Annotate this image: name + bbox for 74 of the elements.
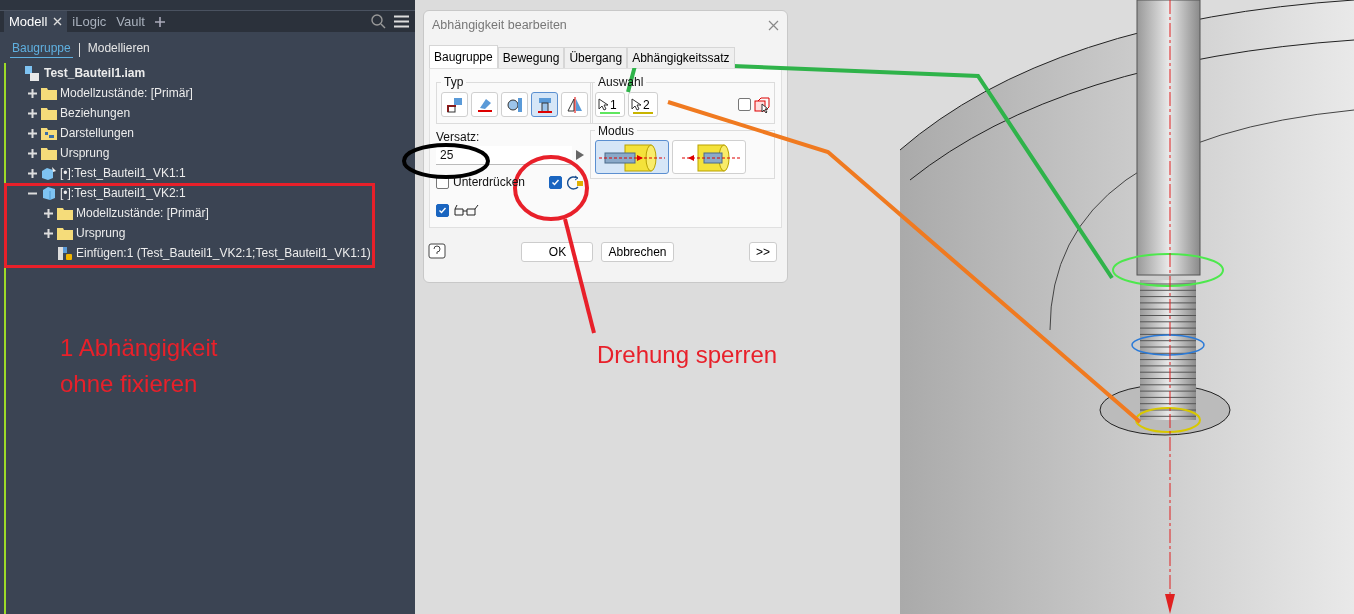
menu-icon[interactable] (394, 15, 409, 28)
folder-icon (41, 146, 57, 160)
view-toggle-tab[interactable]: Baugruppe (10, 41, 73, 58)
expand-icon[interactable] (27, 148, 37, 158)
add-tab-icon[interactable] (153, 15, 166, 28)
constraint-type-button[interactable] (471, 92, 498, 118)
symmetry-icon (565, 95, 584, 114)
select-geometry-button[interactable]: 2 (628, 92, 658, 118)
part-cube-icon (41, 186, 57, 200)
folder-icon (57, 206, 73, 220)
expand-icon[interactable] (43, 228, 53, 238)
tree-item-label[interactable]: Darstellungen (60, 126, 135, 140)
pinned-part-icon (41, 166, 57, 180)
glasses-icon (453, 204, 479, 216)
views-folder-icon (41, 126, 57, 140)
panel-tab[interactable]: Vault (111, 11, 150, 32)
constraint-type-button[interactable] (561, 92, 588, 118)
folder-icon (41, 106, 57, 120)
tree-item-label[interactable]: Einfügen:1 (Test_Bauteil1_VK2:1;Test_Bauteil1_VK1:1) (76, 246, 371, 260)
constraint-type-button[interactable] (531, 92, 558, 118)
insert-icon (535, 95, 554, 114)
cursor-arrow-icon (631, 98, 641, 112)
dialog-tab[interactable]: Übergang (564, 47, 628, 68)
offset-label: Versatz: (436, 129, 481, 144)
mode-button[interactable] (672, 139, 746, 174)
more-button[interactable]: >> (749, 242, 777, 262)
expand-icon[interactable] (27, 168, 37, 178)
tree-item-label[interactable]: [•]:Test_Bauteil1_VK2:1 (60, 186, 186, 200)
play-icon[interactable] (576, 150, 584, 160)
rotation-lock-icon (566, 174, 584, 190)
insert-constraint-icon (57, 245, 73, 261)
dialog-button[interactable]: OK (521, 242, 594, 262)
tree-item-label[interactable]: Beziehungen (60, 106, 131, 120)
view-toggle-tab[interactable]: Modellieren (85, 41, 152, 58)
select-geometry-button[interactable]: 1 (595, 92, 625, 118)
dialog-tab[interactable]: Bewegung (497, 47, 565, 68)
checkbox[interactable] (738, 98, 751, 112)
tangent-icon (505, 95, 524, 114)
panel-tab[interactable]: Modell (4, 11, 68, 32)
tree-item-label[interactable]: Test_Bauteil1.iam (44, 66, 146, 80)
constraint-type-button[interactable] (501, 92, 528, 118)
checkmark-icon (438, 205, 447, 215)
checkbox[interactable] (549, 175, 562, 189)
expand-icon[interactable] (27, 108, 37, 118)
checkmark-icon (551, 177, 560, 187)
tree-item-label[interactable]: Ursprung (60, 146, 110, 160)
expand-icon[interactable] (27, 88, 37, 98)
note-text: 1 Abhängigkeit ohne fixieren (60, 333, 218, 399)
group-label: Typ (443, 75, 465, 89)
dialog-button[interactable]: Abbrechen (601, 242, 674, 262)
close-icon[interactable] (768, 19, 779, 31)
tree-item-label[interactable]: [•]:Test_Bauteil1_VK1:1 (60, 166, 186, 180)
panel-tab[interactable]: iLogic (67, 11, 112, 32)
checkbox[interactable] (436, 203, 449, 217)
part-select-icon (754, 96, 770, 113)
assembly-icon (25, 65, 41, 81)
tree-item-label[interactable]: Modellzustände: [Primär] (60, 86, 193, 100)
tree-item-label[interactable]: Modellzustände: [Primär] (76, 206, 209, 220)
folder-icon (57, 226, 73, 240)
cursor-arrow-icon (598, 98, 608, 112)
group-label: Modus (597, 123, 636, 138)
expand-icon[interactable] (27, 128, 37, 138)
expand-icon[interactable] (43, 208, 53, 218)
callout-text: Drehung sperren (597, 341, 778, 369)
mode-button[interactable] (595, 139, 669, 174)
constraint-type-button[interactable] (441, 92, 468, 118)
dialog-tab[interactable]: Abhängigkeitssatz (627, 47, 735, 68)
help-icon[interactable] (428, 243, 446, 261)
folder-icon (41, 86, 57, 100)
dialog-title: Abhängigkeit bearbeiten (432, 18, 567, 32)
tree-item-label[interactable]: Ursprung (76, 226, 126, 240)
dialog-tab[interactable]: Baugruppe (429, 45, 498, 68)
search-icon[interactable] (371, 14, 386, 29)
mate-icon (445, 95, 464, 114)
